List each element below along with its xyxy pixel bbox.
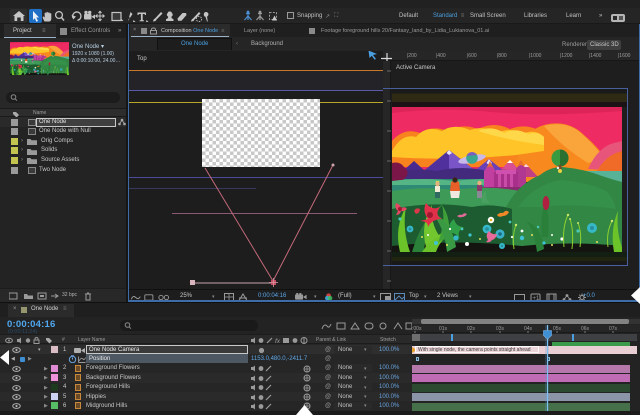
svg-text:+1: +1 [533, 296, 541, 302]
svg-text:fx: fx [275, 338, 281, 344]
